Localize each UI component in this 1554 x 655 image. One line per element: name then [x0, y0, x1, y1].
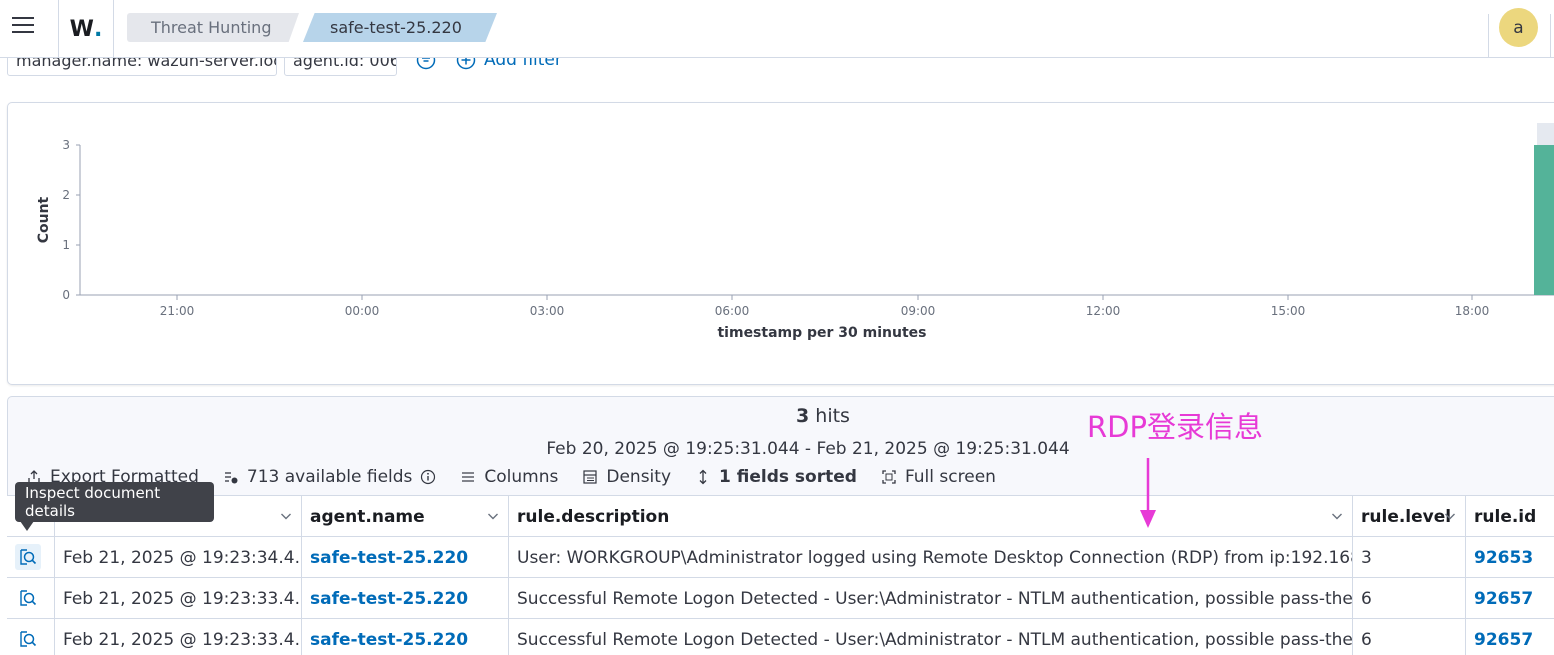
- x-tick-label: 09:00: [901, 304, 936, 318]
- density-button[interactable]: Density: [582, 467, 671, 487]
- avatar[interactable]: a: [1499, 8, 1538, 47]
- sort-icon: [699, 469, 707, 485]
- row-actions: [7, 578, 55, 619]
- list-icon: [462, 472, 475, 482]
- histogram-panel: 0 1 2 3 21:00 00:00 03:00 06:00 09:00 12:00 15:00 1…: [7, 102, 1554, 385]
- cell-agent-name[interactable]: safe-test-25.220: [302, 537, 509, 578]
- columns-button[interactable]: Columns: [460, 467, 558, 487]
- x-tick-label: 12:00: [1086, 304, 1121, 318]
- chevron-down-icon[interactable]: [279, 509, 293, 523]
- sort-fields-button[interactable]: 1 fields sorted: [695, 467, 857, 487]
- inspect-document-button[interactable]: [15, 585, 41, 611]
- cell-timestamp: Feb 21, 2025 @ 19:23:33.4...: [55, 619, 302, 655]
- time-range: Feb 20, 2025 @ 19:25:31.044 - Feb 21, 20…: [546, 439, 1070, 459]
- histogram-chart[interactable]: 0 1 2 3 21:00 00:00 03:00 06:00 09:00 12:00 15:00 1…: [8, 103, 1554, 386]
- cell-rule-description: User: WORKGROUP\Administrator logged usi…: [509, 537, 1353, 578]
- inspect-icon: [20, 590, 37, 606]
- bar-hover-highlight: [1537, 123, 1554, 145]
- inspect-document-button[interactable]: [15, 544, 41, 570]
- annotation-label: RDP登录信息: [1087, 410, 1263, 444]
- chevron-down-icon[interactable]: [486, 509, 500, 523]
- fullscreen-button[interactable]: Full screen: [881, 467, 996, 487]
- divider: [1550, 14, 1551, 57]
- table-row: Feb 21, 2025 @ 19:23:33.4... safe-test-2…: [7, 619, 1554, 655]
- cell-rule-id[interactable]: 92657: [1466, 578, 1554, 619]
- histogram-bar: [1534, 145, 1554, 295]
- table-row: Feb 21, 2025 @ 19:23:34.4... safe-test-2…: [7, 537, 1554, 578]
- column-header-agent-name[interactable]: agent.name: [302, 496, 509, 538]
- row-actions: [7, 537, 55, 578]
- column-header-rule-id[interactable]: rule.id: [1466, 496, 1554, 538]
- cell-agent-name[interactable]: safe-test-25.220: [302, 578, 509, 619]
- hits-count: 3 hits: [796, 405, 850, 427]
- x-tick-label: 00:00: [345, 304, 380, 318]
- chevron-down-icon[interactable]: [1443, 509, 1457, 523]
- inspect-tooltip: Inspect document details: [15, 482, 214, 522]
- cell-timestamp: Feb 21, 2025 @ 19:23:34.4...: [55, 537, 302, 578]
- inspect-icon: [20, 631, 37, 647]
- breadcrumb-agent[interactable]: safe-test-25.220: [303, 13, 497, 42]
- x-tick-label: 03:00: [530, 304, 565, 318]
- y-tick-label: 1: [62, 238, 70, 252]
- fullscreen-icon: [882, 470, 896, 484]
- cell-timestamp: Feb 21, 2025 @ 19:23:33.4...: [55, 578, 302, 619]
- menu-icon[interactable]: [12, 17, 36, 37]
- wazuh-logo[interactable]: W.: [58, 0, 114, 58]
- chevron-down-icon[interactable]: [1330, 509, 1344, 523]
- divider: [1488, 14, 1489, 57]
- top-header: W. Threat Hunting safe-test-25.220 a: [0, 0, 1554, 58]
- breadcrumb-threat-hunting[interactable]: Threat Hunting: [127, 13, 299, 42]
- x-tick-label: 15:00: [1271, 304, 1306, 318]
- y-tick-label: 2: [62, 188, 70, 202]
- fields-icon: [224, 472, 238, 484]
- x-tick-label: 18:00: [1455, 304, 1490, 318]
- table-row: Feb 21, 2025 @ 19:23:33.4... safe-test-2…: [7, 578, 1554, 619]
- info-icon[interactable]: [420, 469, 436, 485]
- cell-rule-id[interactable]: 92657: [1466, 619, 1554, 655]
- inspect-icon: [20, 549, 37, 565]
- cell-rule-level: 6: [1353, 619, 1466, 655]
- cell-rule-description: Successful Remote Logon Detected - User:…: [509, 619, 1353, 655]
- x-axis-title: timestamp per 30 minutes: [717, 325, 926, 341]
- y-axis-title: Count: [36, 196, 52, 243]
- x-tick-label: 21:00: [160, 304, 195, 318]
- y-tick-label: 0: [62, 288, 70, 302]
- cell-agent-name[interactable]: safe-test-25.220: [302, 619, 509, 655]
- annotation-arrow: [1140, 458, 1156, 528]
- row-actions: [7, 619, 55, 655]
- cell-rule-level: 6: [1353, 578, 1466, 619]
- y-tick-label: 3: [62, 138, 70, 152]
- column-header-rule-description[interactable]: rule.description: [509, 496, 1353, 538]
- table-density-icon: [583, 470, 597, 484]
- cell-rule-level: 3: [1353, 537, 1466, 578]
- inspect-document-button[interactable]: [15, 626, 41, 652]
- x-tick-label: 06:00: [715, 304, 750, 318]
- cell-rule-description: Successful Remote Logon Detected - User:…: [509, 578, 1353, 619]
- table-header: agent.name rule.description rule.level r…: [7, 495, 1554, 538]
- available-fields-button[interactable]: 713 available fields: [223, 467, 437, 487]
- cell-rule-id[interactable]: 92653: [1466, 537, 1554, 578]
- column-header-rule-level[interactable]: rule.level: [1353, 496, 1466, 538]
